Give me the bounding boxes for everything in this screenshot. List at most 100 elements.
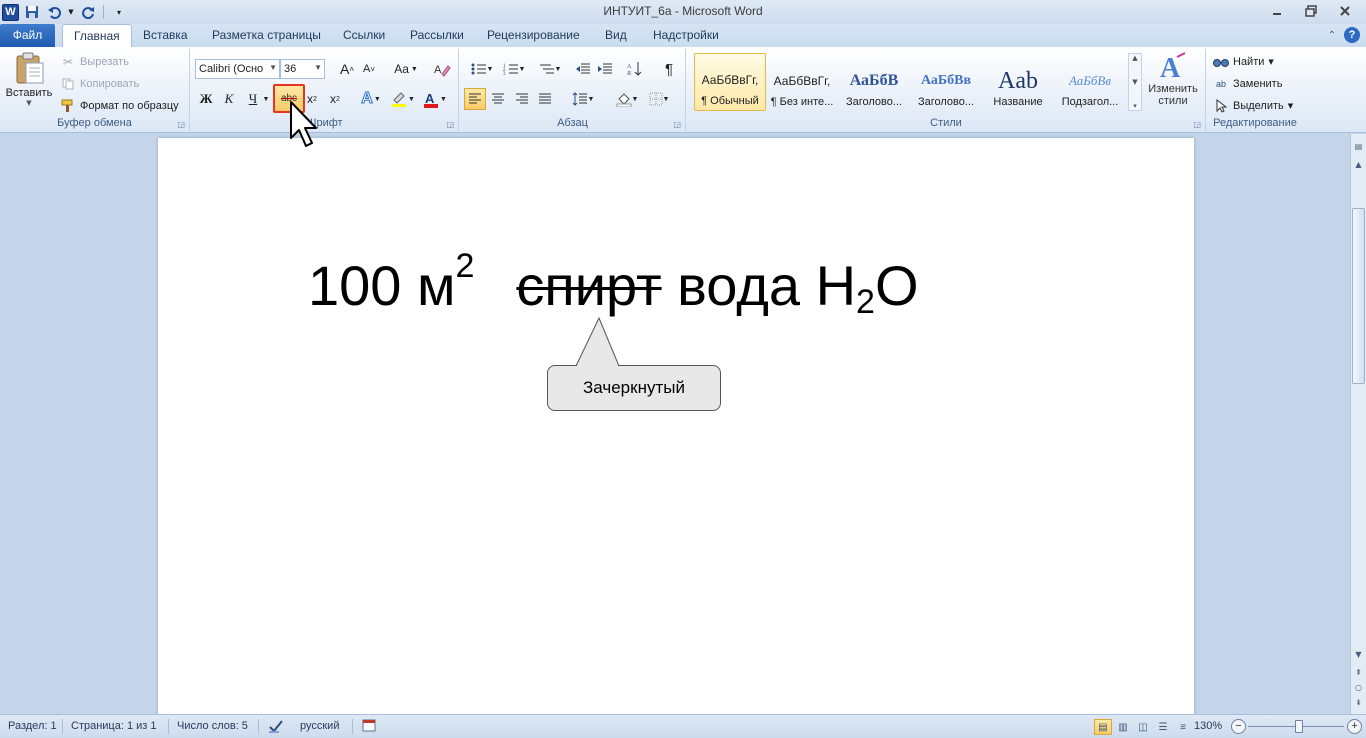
- status-section[interactable]: Раздел: 1: [8, 720, 57, 732]
- proofing-icon[interactable]: [268, 718, 284, 737]
- select-button[interactable]: Выделить ▼: [1213, 96, 1293, 116]
- zoom-slider-thumb[interactable]: [1295, 720, 1303, 733]
- tab-home[interactable]: Главная: [62, 24, 132, 48]
- tab-review[interactable]: Рецензирование: [476, 24, 591, 47]
- copy-button[interactable]: Копировать: [60, 74, 139, 94]
- tab-view[interactable]: Вид: [594, 24, 638, 47]
- style-no-spacing[interactable]: АаБбВвГг, ¶ Без инте...: [766, 53, 838, 111]
- multilevel-list-button[interactable]: ▼: [534, 58, 566, 80]
- format-painter-label: Формат по образцу: [80, 100, 179, 112]
- select-browse-object-icon[interactable]: ○: [1351, 683, 1366, 692]
- style-normal[interactable]: АаБбВвГг, ¶ Обычный: [694, 53, 766, 111]
- outline-view-icon[interactable]: ☰: [1154, 719, 1172, 735]
- word-app-icon[interactable]: W: [2, 3, 19, 21]
- underline-dropdown-icon[interactable]: ▼: [261, 88, 271, 110]
- italic-button[interactable]: К: [218, 88, 240, 110]
- tab-references[interactable]: Ссылки: [332, 24, 396, 47]
- macro-record-icon[interactable]: [362, 719, 376, 736]
- increase-indent-button[interactable]: [594, 58, 616, 80]
- style-subtitle[interactable]: АаБбВв Подзагол...: [1054, 53, 1126, 111]
- clear-formatting-button[interactable]: A: [431, 58, 453, 80]
- shading-button[interactable]: ▼: [612, 88, 642, 110]
- grow-font-button[interactable]: A ˄: [336, 58, 358, 80]
- font-launcher-icon[interactable]: ◲: [446, 120, 454, 129]
- close-icon[interactable]: [1328, 0, 1362, 22]
- undo-icon[interactable]: [45, 3, 63, 21]
- help-icon[interactable]: ?: [1344, 27, 1360, 43]
- numbering-button[interactable]: 123 ▼: [498, 58, 530, 80]
- full-screen-reading-view-icon[interactable]: ▥: [1114, 719, 1132, 735]
- web-layout-view-icon[interactable]: ◫: [1134, 719, 1152, 735]
- justify-button[interactable]: [534, 88, 556, 110]
- zoom-in-icon[interactable]: +: [1347, 719, 1362, 734]
- scroll-down-icon[interactable]: ▼: [1351, 650, 1366, 659]
- status-page[interactable]: Страница: 1 из 1: [71, 720, 157, 732]
- tab-page-layout[interactable]: Разметка страницы: [201, 24, 332, 47]
- styles-gallery-scroll[interactable]: ▲ ▼ ▾: [1128, 53, 1142, 111]
- restore-icon[interactable]: [1294, 0, 1328, 22]
- print-layout-view-icon[interactable]: ▤: [1094, 719, 1112, 735]
- replace-button[interactable]: ab Заменить: [1213, 74, 1282, 94]
- tab-mailings[interactable]: Рассылки: [399, 24, 475, 47]
- font-name-combo[interactable]: Calibri (Осно ▼: [195, 59, 280, 79]
- status-word-count[interactable]: Число слов: 5: [177, 720, 248, 732]
- change-styles-button[interactable]: A Изменить стили: [1144, 51, 1202, 115]
- find-button[interactable]: Найти ▼: [1213, 52, 1274, 72]
- clipboard-launcher-icon[interactable]: ◲: [177, 120, 185, 129]
- minimize-ribbon-icon[interactable]: ⌃: [1328, 30, 1336, 41]
- zoom-out-icon[interactable]: −: [1231, 719, 1246, 734]
- align-left-button[interactable]: [464, 88, 486, 110]
- styles-launcher-icon[interactable]: ◲: [1193, 120, 1201, 129]
- style-heading-2[interactable]: АаБбВв Заголово...: [910, 53, 982, 111]
- tab-file[interactable]: Файл: [0, 24, 55, 47]
- ruler-toggle-icon[interactable]: ▤: [1351, 142, 1366, 151]
- align-right-button[interactable]: [511, 88, 533, 110]
- document-page[interactable]: 100 м2 спирт вода H2O Зачеркнутый: [158, 138, 1194, 714]
- sort-button[interactable]: AЯ: [624, 58, 646, 80]
- next-page-icon[interactable]: ⇟: [1351, 698, 1366, 707]
- chevron-up-icon[interactable]: ▲: [1132, 54, 1137, 62]
- subscript-2-icon: 2: [313, 95, 317, 103]
- paste-button[interactable]: Вставить ▼: [4, 51, 54, 115]
- bullets-button[interactable]: ▼: [466, 58, 498, 80]
- font-color-button[interactable]: A ▼: [421, 88, 449, 110]
- draft-view-icon[interactable]: ≡: [1174, 719, 1192, 735]
- save-icon[interactable]: [23, 3, 41, 21]
- bold-button[interactable]: Ж: [195, 88, 217, 110]
- scroll-thumb[interactable]: [1352, 208, 1365, 384]
- font-size-combo[interactable]: 36 ▼: [280, 59, 325, 79]
- superscript-2: 2: [455, 247, 475, 285]
- tab-insert[interactable]: Вставка: [132, 24, 199, 47]
- customize-qat-icon[interactable]: ▾: [110, 3, 128, 21]
- document-line[interactable]: 100 м2 спирт вода H2O: [308, 247, 919, 322]
- redo-icon[interactable]: [79, 3, 97, 21]
- decrease-indent-button[interactable]: [572, 58, 594, 80]
- change-case-button[interactable]: Aa ▼: [391, 58, 421, 80]
- previous-page-icon[interactable]: ⇞: [1351, 668, 1366, 677]
- borders-button[interactable]: ▼: [644, 88, 674, 110]
- align-center-button[interactable]: [487, 88, 509, 110]
- format-painter-button[interactable]: Формат по образцу: [60, 96, 179, 116]
- undo-dropdown-icon[interactable]: ▼: [67, 3, 75, 21]
- text-effects-button[interactable]: A ▼: [357, 88, 385, 110]
- cut-button[interactable]: ✂ Вырезать: [60, 52, 129, 72]
- status-language[interactable]: русский: [300, 720, 339, 732]
- chevron-down-icon[interactable]: ▼: [1132, 78, 1137, 86]
- show-formatting-marks-icon[interactable]: ¶: [658, 58, 680, 80]
- paragraph-launcher-icon[interactable]: ◲: [673, 120, 681, 129]
- strikethrough-button[interactable]: abc: [273, 84, 305, 113]
- cut-label: Вырезать: [80, 56, 129, 68]
- vertical-scrollbar[interactable]: ▤ ▲ ▼ ⇞ ○ ⇟: [1350, 134, 1366, 714]
- tab-addins[interactable]: Надстройки: [642, 24, 730, 47]
- more-icon[interactable]: ▾: [1133, 102, 1137, 110]
- superscript-button[interactable]: x2: [324, 88, 346, 110]
- copy-icon: [60, 76, 76, 92]
- minimize-icon[interactable]: [1260, 0, 1294, 22]
- line-spacing-button[interactable]: ▼: [568, 88, 598, 110]
- style-heading-1[interactable]: АаБбВ Заголово...: [838, 53, 910, 111]
- style-title[interactable]: Aab Название: [982, 53, 1054, 111]
- zoom-level[interactable]: 130%: [1194, 720, 1222, 732]
- highlight-button[interactable]: ▼: [389, 88, 417, 110]
- scroll-up-icon[interactable]: ▲: [1351, 160, 1366, 169]
- shrink-font-button[interactable]: A ˅: [358, 58, 380, 80]
